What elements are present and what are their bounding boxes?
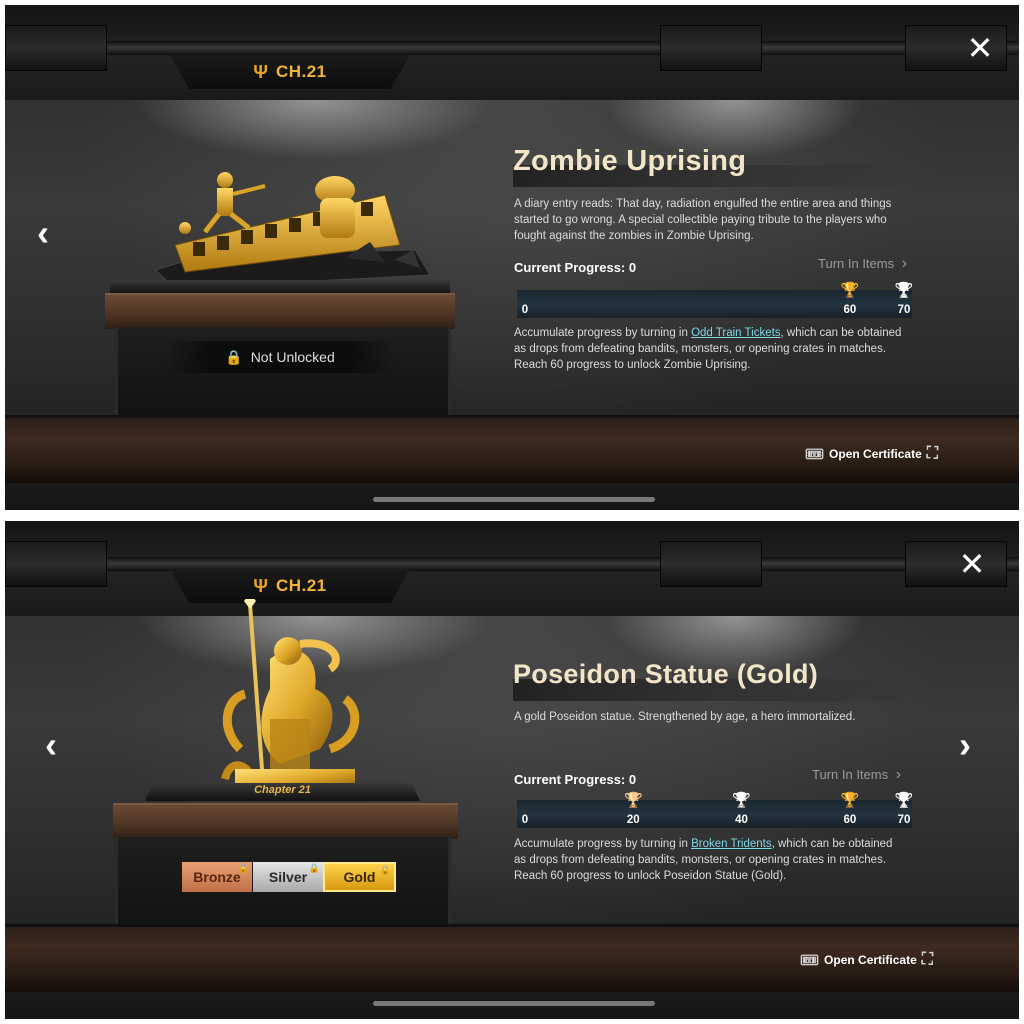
turn-in-items-label: Turn In Items [812,767,889,782]
next-arrow-button[interactable]: › [959,727,971,763]
close-button[interactable]: ✕ [965,32,995,64]
milestone-value: 70 [897,814,911,826]
top-bar [5,5,1019,100]
pipe-joint [5,25,107,71]
instructions-prefix: Accumulate progress by turning in [514,838,692,850]
previous-arrow-button[interactable]: ‹ [45,727,57,763]
trident-icon: Ψ [253,62,268,82]
milestone-value: 0 [521,304,529,316]
collectible-title: Zombie Uprising [513,145,747,177]
ceiling-pipe [100,557,1019,571]
white-trophy-icon[interactable]: 🏆 [895,793,914,808]
collectible-description: A diary entry reads: That day, radiation… [514,198,892,242]
silver-trophy-icon[interactable]: 🏆 [732,793,751,808]
ceiling-pipe [100,41,1019,55]
tier-label: Silver [268,869,308,885]
statue-plaque: Chapter 21 [254,784,311,796]
gold-trophy-icon[interactable]: 🏆 [841,793,860,808]
tier-gold-button[interactable]: Gold 🔒 [323,862,396,892]
milestone-value: 20 [626,814,640,826]
gold-trophy-icon[interactable]: 🏆 [841,283,860,298]
collectible-panel-zombie-uprising: Ψ CH.21 ✕ ‹ 🔒 Not Unlocked Zombie Uprisi… [5,5,1019,510]
status-label: Not Unlocked [250,349,335,365]
turn-in-items-label: Turn In Items [818,256,895,271]
current-progress-label: Current Progress: 0 [514,260,637,275]
required-item-link[interactable]: Odd Train Tickets [691,327,780,339]
chevron-right-icon: › [901,255,908,272]
turn-in-items-button[interactable]: Turn In Items › [818,255,907,273]
pipe-joint [5,541,107,587]
open-certificate-label: Open Certificate [829,447,922,461]
display-shelf [105,293,455,329]
poseidon-statue-collectible [221,599,360,791]
lock-icon: 🔒 [225,348,243,365]
open-certificate-button[interactable]: 🎟 Open Certificate ⛶ [805,445,938,463]
tier-bronze-button[interactable]: Bronze 🔒 [182,862,252,892]
collectible-panel-poseidon-statue: Ψ CH.21 ✕ ‹ › Chapter 21 Poseidon Statue… [5,521,1019,1019]
display-base [110,280,450,294]
display-shelf [113,803,458,839]
trident-icon: Ψ [253,576,268,596]
previous-arrow-button[interactable]: ‹ [37,215,49,251]
tier-label: Bronze [193,869,241,885]
chevron-right-icon: › [895,766,902,783]
lock-icon: 🔒 [308,863,320,873]
chapter-tab: Ψ CH.21 [170,569,410,603]
tier-silver-button[interactable]: Silver 🔒 [253,862,323,892]
pipe-joint [660,25,762,71]
chapter-label: CH.21 [275,576,327,595]
collectible-description: A gold Poseidon statue. Strengthened by … [514,711,856,723]
open-certificate-label: Open Certificate [824,953,917,967]
progress-instructions: Accumulate progress by turning in Odd Tr… [514,325,904,373]
expand-icon: ⛶ [926,445,938,462]
not-unlocked-status: 🔒 Not Unlocked [165,341,395,373]
milestone-value: 70 [897,304,911,316]
white-trophy-icon[interactable]: 🏆 [895,283,914,298]
statue-pedestal: Chapter 21 [145,783,420,801]
milestone-value: 60 [843,814,857,826]
milestone-value: 40 [735,814,748,826]
lock-icon: 🔒 [379,865,391,875]
pipe-joint [660,541,762,587]
top-bar [5,521,1019,616]
home-indicator [373,497,655,502]
home-indicator [373,1001,655,1006]
ticket-icon: 🎟 [800,952,820,969]
bronze-trophy-icon[interactable]: 🏆 [624,793,643,808]
collectible-title: Poseidon Statue (Gold) [513,659,819,689]
tier-label: Gold [343,869,376,885]
ticket-icon: 🎟 [805,446,825,463]
progress-instructions: Accumulate progress by turning in Broken… [514,836,904,884]
zombie-train-collectible [154,172,431,289]
milestone-value: 0 [521,814,529,826]
turn-in-items-button[interactable]: Turn In Items › [812,766,901,784]
open-certificate-button[interactable]: 🎟 Open Certificate ⛶ [800,951,933,969]
expand-icon: ⛶ [921,951,933,968]
chapter-tab: Ψ CH.21 [170,55,410,89]
required-item-link[interactable]: Broken Tridents [691,838,772,850]
close-button[interactable]: ✕ [957,548,987,580]
milestone-value: 60 [843,304,857,316]
lock-icon: 🔒 [237,863,249,873]
instructions-prefix: Accumulate progress by turning in [514,327,692,339]
chapter-label: CH.21 [275,62,327,81]
pipe-joint [905,541,1007,587]
current-progress-label: Current Progress: 0 [514,772,637,787]
